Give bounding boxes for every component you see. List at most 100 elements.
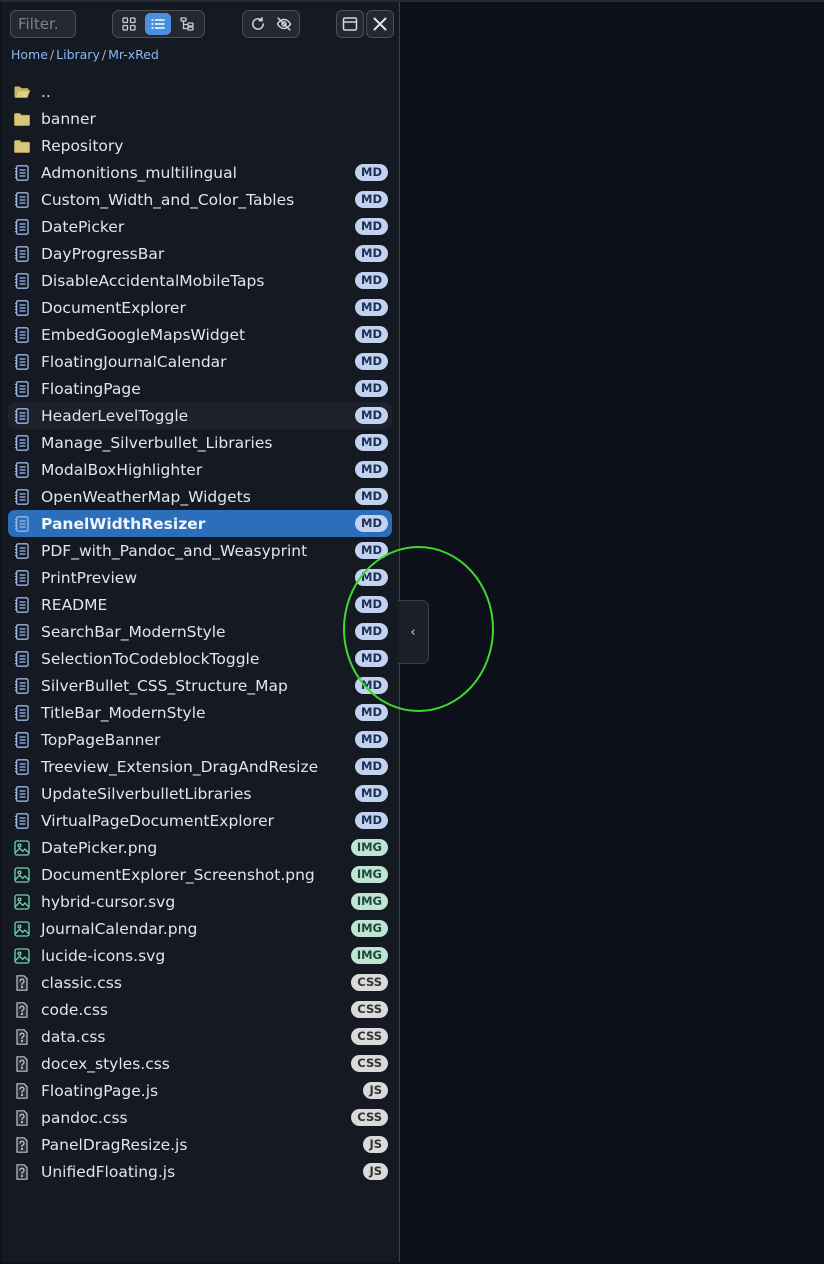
refresh-icon [251,17,264,30]
file-item[interactable]: UpdateSilverbulletLibraries MD [8,780,392,807]
item-name: JournalCalendar.png [41,919,198,938]
item-name: SilverBullet_CSS_Structure_Map [41,676,288,695]
file-type-badge: MD [355,461,388,478]
file-type-badge: CSS [351,974,388,991]
close-button[interactable] [366,10,394,38]
file-item[interactable]: HeaderLevelToggle MD [8,402,392,429]
refresh-button[interactable] [246,13,270,35]
document-icon [12,676,32,696]
file-type-badge: MD [355,353,388,370]
file-item[interactable]: PDF_with_Pandoc_and_Weasyprint MD [8,537,392,564]
file-item[interactable]: FloatingPage MD [8,375,392,402]
item-name: DayProgressBar [41,244,165,263]
file-item[interactable]: DatePicker.png IMG [8,834,392,861]
item-name: code.css [41,1000,108,1019]
unknown-file-icon [12,1054,32,1074]
file-item[interactable]: SelectionToCodeblockToggle MD [8,645,392,672]
window-mode-button[interactable] [336,10,364,38]
document-icon [12,730,32,750]
item-name: .. [41,82,51,101]
document-icon [12,271,32,291]
file-item[interactable]: DocumentExplorer MD [8,294,392,321]
file-item[interactable]: PrintPreview MD [8,564,392,591]
file-type-badge: MD [355,569,388,586]
toggle-hidden-button[interactable] [273,13,297,35]
document-icon [12,190,32,210]
folder-icon [12,109,32,129]
file-item[interactable]: SearchBar_ModernStyle MD [8,618,392,645]
file-item[interactable]: Custom_Width_and_Color_Tables MD [8,186,392,213]
file-type-badge: MD [355,191,388,208]
folder-open-icon [12,82,32,102]
breadcrumb-separator: / [49,47,55,62]
file-item[interactable]: Admonitions_multilingual MD [8,159,392,186]
file-item[interactable]: UnifiedFloating.js JS [8,1158,392,1185]
item-name: DocumentExplorer [41,298,186,317]
item-name: VirtualPageDocumentExplorer [41,811,275,830]
item-name: OpenWeatherMap_Widgets [41,487,251,506]
tree-view-button[interactable] [174,13,200,35]
file-type-badge: MD [355,272,388,289]
file-type-badge: CSS [351,1109,388,1126]
item-name: PanelDragResize.js [41,1135,188,1154]
breadcrumb-home[interactable]: Home [11,47,48,62]
document-explorer-panel: Home/Library/Mr-xRed ..bannerRepositoryA… [2,2,400,1262]
list-view-button[interactable] [145,13,171,35]
file-item[interactable]: DisableAccidentalMobileTaps MD [8,267,392,294]
folder-item[interactable]: banner [8,105,392,132]
file-item[interactable]: EmbedGoogleMapsWidget MD [8,321,392,348]
file-item[interactable]: TitleBar_ModernStyle MD [8,699,392,726]
image-icon [12,892,32,912]
file-item[interactable]: lucide-icons.svg IMG [8,942,392,969]
file-item[interactable]: SilverBullet_CSS_Structure_Map MD [8,672,392,699]
file-type-badge: IMG [350,893,388,910]
file-item[interactable]: code.css CSS [8,996,392,1023]
document-icon [12,811,32,831]
file-type-badge: MD [355,299,388,316]
filter-input[interactable] [10,10,76,38]
file-item[interactable]: DatePicker MD [8,213,392,240]
file-list: .. banner Repository Admonitions_multilingu… [8,78,392,1185]
chevron-left-icon: ‹ [410,624,416,640]
file-item[interactable]: JournalCalendar.png IMG [8,915,392,942]
file-item[interactable]: PanelDragResize.js JS [8,1131,392,1158]
grid-icon [122,17,136,31]
file-item[interactable]: VirtualPageDocumentExplorer MD [8,807,392,834]
file-item[interactable]: ModalBoxHighlighter MD [8,456,392,483]
breadcrumb: Home / Library / Mr-xRed [11,47,159,62]
file-item[interactable]: Manage_Silverbullet_Libraries MD [8,429,392,456]
file-item[interactable]: Treeview_Extension_DragAndResize MD [8,753,392,780]
file-item[interactable]: data.css CSS [8,1023,392,1050]
document-icon [12,568,32,588]
item-name: TitleBar_ModernStyle [41,703,206,722]
file-type-badge: MD [355,380,388,397]
unknown-file-icon [12,973,32,993]
item-name: data.css [41,1027,106,1046]
folder-item[interactable]: Repository [8,132,392,159]
breadcrumb-mr-xred[interactable]: Mr-xRed [108,47,159,62]
file-type-badge: IMG [350,866,388,883]
file-item[interactable]: OpenWeatherMap_Widgets MD [8,483,392,510]
grid-view-button[interactable] [116,13,142,35]
file-item[interactable]: pandoc.css CSS [8,1104,392,1131]
item-name: DocumentExplorer_Screenshot.png [41,865,315,884]
file-item[interactable]: PanelWidthResizer MD [8,510,392,537]
file-item[interactable]: classic.css CSS [8,969,392,996]
file-type-badge: MD [355,812,388,829]
document-icon [12,757,32,777]
document-icon [12,514,32,534]
item-name: README [41,595,108,614]
collapse-panel-button[interactable]: ‹ [398,600,429,664]
file-item[interactable]: DayProgressBar MD [8,240,392,267]
folder-item[interactable]: .. [8,78,392,105]
file-item[interactable]: docex_styles.css CSS [8,1050,392,1077]
file-item[interactable]: FloatingJournalCalendar MD [8,348,392,375]
file-item[interactable]: hybrid-cursor.svg IMG [8,888,392,915]
breadcrumb-library[interactable]: Library [56,47,100,62]
file-item[interactable]: TopPageBanner MD [8,726,392,753]
file-item[interactable]: DocumentExplorer_Screenshot.png IMG [8,861,392,888]
document-icon [12,298,32,318]
file-item[interactable]: FloatingPage.js JS [8,1077,392,1104]
file-item[interactable]: README MD [8,591,392,618]
item-name: PrintPreview [41,568,137,587]
